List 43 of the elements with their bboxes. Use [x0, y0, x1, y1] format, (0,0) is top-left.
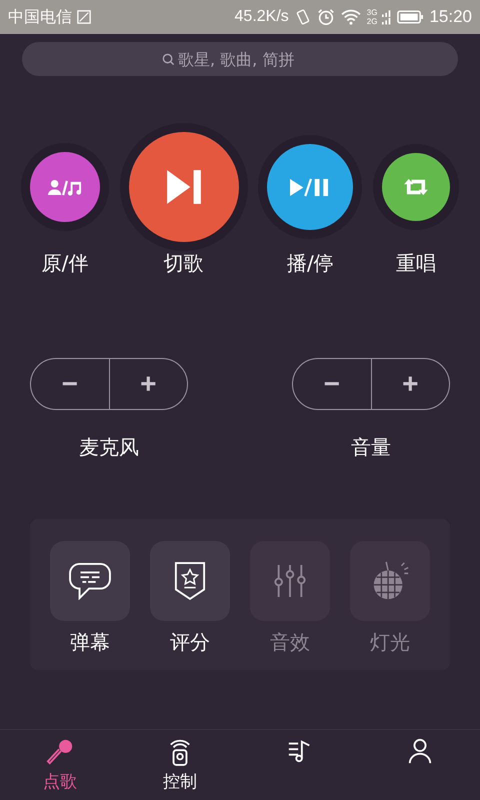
tab[interactable]: 点歌 [0, 730, 120, 800]
feature-label: 评分 [170, 629, 210, 656]
search-icon [162, 52, 175, 66]
repeat-icon [402, 177, 429, 197]
comment-tile[interactable] [50, 541, 130, 621]
skip-button[interactable] [128, 132, 239, 242]
feature-label: 灯光 [370, 629, 410, 656]
control-label: 切歌 [164, 250, 204, 277]
alarm-icon [316, 8, 335, 26]
feature-label: 音效 [270, 629, 310, 656]
repeat-button[interactable] [382, 153, 450, 221]
adjuster-label: 音量 [351, 434, 391, 461]
network-type: 3G [366, 8, 378, 17]
feature-label: 弹幕 [70, 629, 110, 656]
remote-icon [168, 738, 192, 766]
person-music-icon [48, 178, 82, 196]
carrier-name: 中国电信 [8, 8, 72, 28]
speech-bubble-icon [68, 562, 112, 600]
play-pause-button[interactable] [267, 144, 354, 230]
decrease-button[interactable]: − [293, 359, 370, 409]
network-type: 2G [366, 17, 378, 26]
wifi-icon [340, 9, 362, 25]
control-label: 重唱 [396, 250, 436, 277]
control-label: 播/停 [286, 250, 334, 277]
control-label: 原/伴 [42, 250, 88, 277]
score-tile[interactable] [150, 541, 230, 621]
clock-time: 15:20 [429, 7, 472, 27]
star-badge-icon [174, 561, 206, 601]
microphone-icon [46, 738, 74, 766]
network-speed: 45.2K/s [234, 8, 289, 26]
vocal-toggle-button[interactable] [30, 152, 100, 222]
skip-next-icon [164, 168, 203, 206]
increase-button[interactable]: + [108, 359, 187, 409]
equalizer-icon [273, 564, 307, 598]
battery-icon [397, 9, 424, 25]
signal-icon [382, 8, 392, 26]
adjuster-label: 麦克风 [79, 434, 139, 461]
search-field[interactable]: 歌星, 歌曲, 简拼 [178, 50, 318, 68]
image-icon [77, 10, 91, 24]
tab[interactable]: 控制 [120, 730, 240, 800]
user-icon [407, 738, 433, 764]
decrease-button[interactable]: − [31, 359, 108, 409]
increase-button[interactable]: + [370, 359, 449, 409]
